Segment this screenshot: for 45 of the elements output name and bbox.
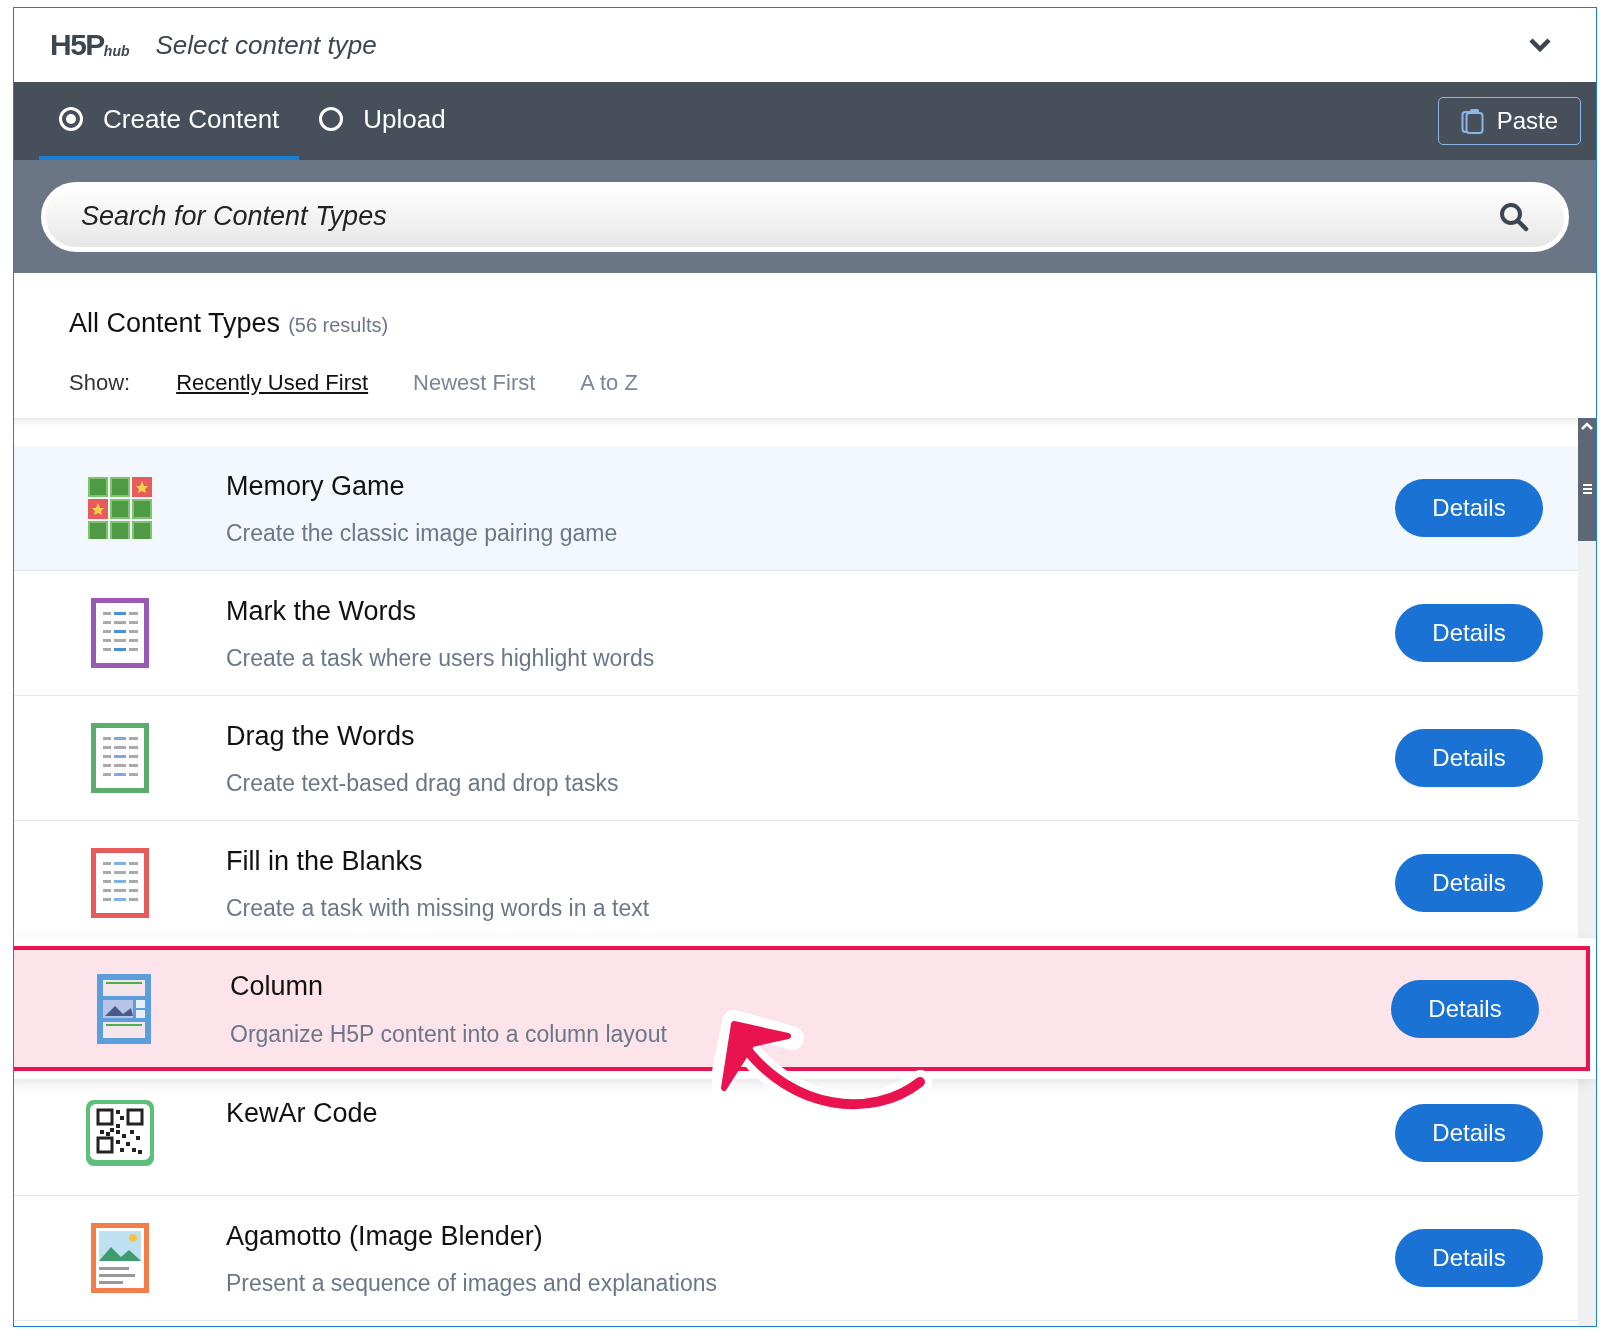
content-type-description: Create the classic image pairing game bbox=[226, 519, 619, 548]
hub-title: Select content type bbox=[155, 28, 377, 62]
details-button[interactable]: Details bbox=[1395, 729, 1543, 787]
content-type-description: Create a task where users highlight words bbox=[226, 644, 656, 673]
content-type-title: Memory Game bbox=[226, 469, 406, 503]
content-type-description: Create a task with missing words in a text bbox=[226, 894, 651, 923]
document-icon bbox=[91, 598, 149, 668]
tile-grid-icon bbox=[88, 477, 152, 539]
content-type-title: Mark the Words bbox=[226, 594, 418, 628]
details-button[interactable]: Details bbox=[1395, 479, 1543, 537]
content-type-title: Column bbox=[230, 970, 325, 1003]
content-type-description: Present a sequence of images and explanations bbox=[226, 1269, 718, 1298]
content-type-row[interactable]: Memory Game Create the classic image pairing game Details bbox=[14, 446, 1578, 571]
sort-label: Show: bbox=[69, 368, 131, 397]
sort-option[interactable]: A to Z bbox=[580, 365, 638, 399]
scroll-up-icon[interactable] bbox=[1578, 418, 1596, 436]
details-button[interactable]: Details bbox=[1395, 854, 1543, 912]
search-field[interactable]: Search for Content Types bbox=[41, 181, 1569, 252]
chevron-down-icon[interactable] bbox=[1528, 37, 1552, 53]
document-icon bbox=[91, 723, 149, 793]
tab[interactable]: Upload bbox=[299, 82, 466, 160]
results-heading: All Content Types bbox=[69, 307, 281, 340]
results-count: (56 results) bbox=[288, 313, 389, 338]
details-button[interactable]: Details bbox=[1395, 604, 1543, 662]
column-layout-icon bbox=[97, 973, 151, 1044]
content-type-description: Organize H5P content into a column layout bbox=[230, 1019, 668, 1049]
details-button[interactable]: Details bbox=[1391, 979, 1539, 1038]
picture-icon bbox=[91, 1223, 149, 1293]
paste-button[interactable]: Paste bbox=[1437, 97, 1581, 145]
search-input[interactable]: Search for Content Types bbox=[81, 196, 1499, 237]
scrollbar-thumb[interactable] bbox=[1578, 436, 1596, 541]
content-type-title: Fill in the Blanks bbox=[226, 844, 424, 878]
qr-code-icon bbox=[86, 1100, 154, 1166]
sort-option[interactable]: Recently Used First bbox=[176, 365, 369, 399]
details-button[interactable]: Details bbox=[1395, 1229, 1543, 1287]
content-type-title: KewAr Code bbox=[226, 1097, 379, 1130]
document-icon bbox=[91, 848, 149, 918]
details-button[interactable]: Details bbox=[1395, 1104, 1543, 1162]
content-type-title: Drag the Words bbox=[226, 719, 416, 753]
sort-option[interactable]: Newest First bbox=[413, 365, 536, 399]
clipboard-icon bbox=[1460, 108, 1485, 134]
content-type-description: Create text-based drag and drop tasks bbox=[226, 769, 620, 798]
search-icon[interactable] bbox=[1499, 201, 1529, 232]
h5p-logo: H5Phub bbox=[50, 30, 130, 60]
content-type-title: Agamotto (Image Blender) bbox=[226, 1219, 544, 1253]
